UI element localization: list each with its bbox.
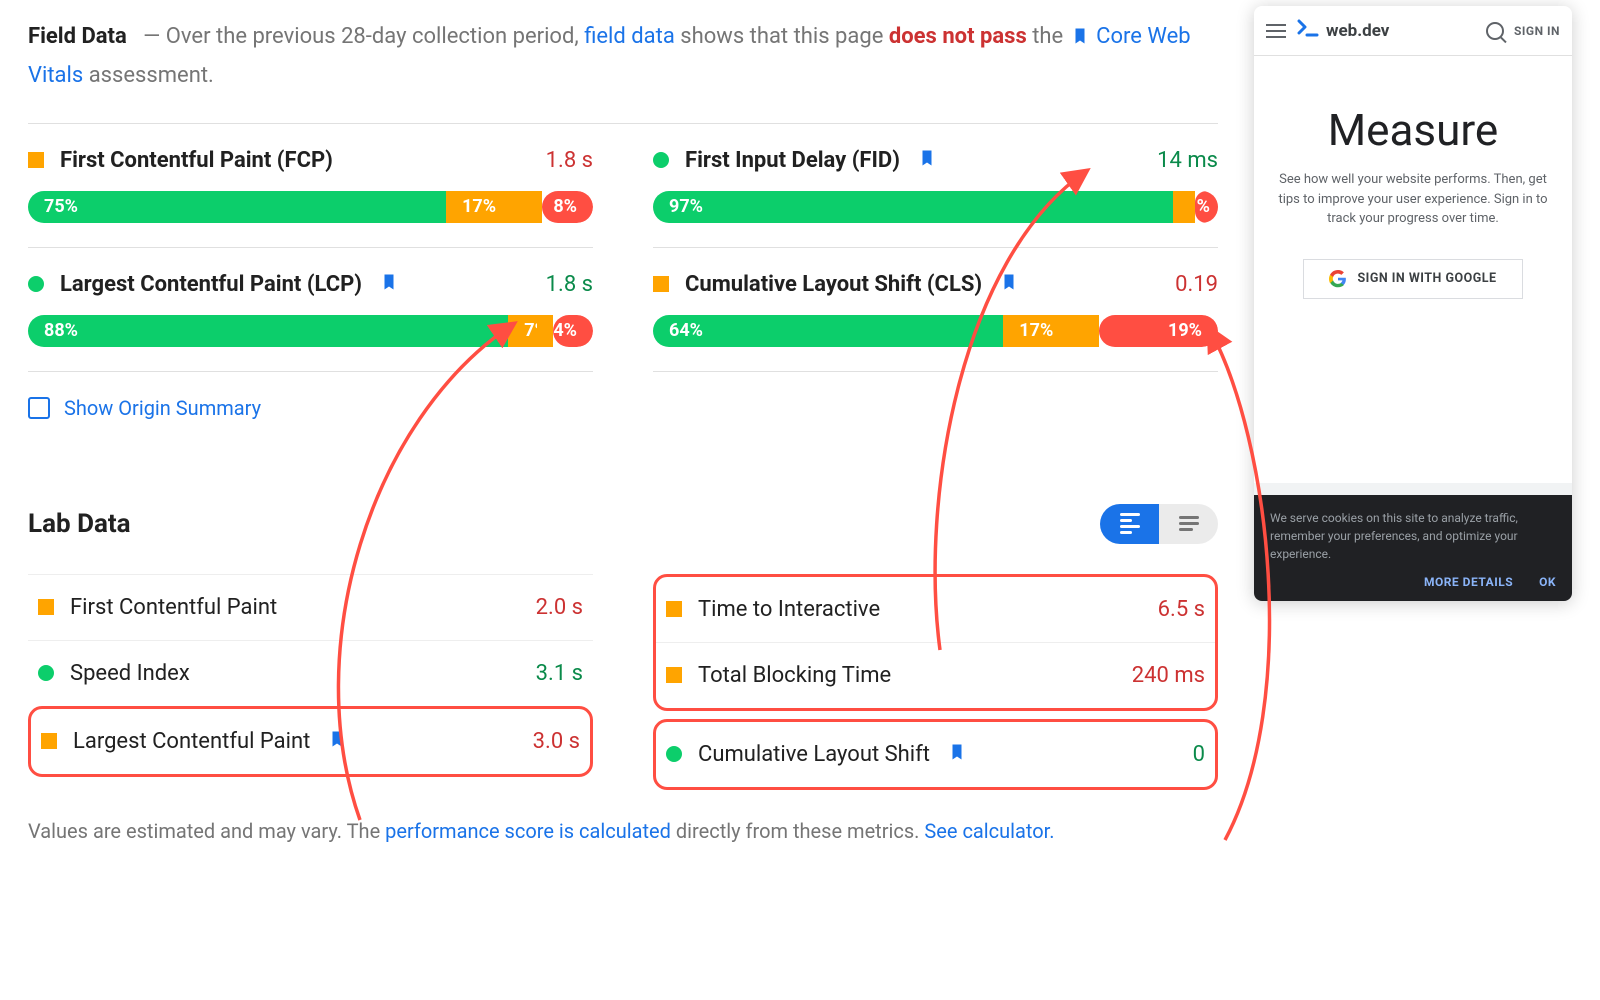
footer-note: Values are estimated and may vary. The p… xyxy=(28,814,1218,848)
field-data-intro: Field Data — Over the previous 28-day co… xyxy=(28,18,1218,95)
calculator-link[interactable]: See calculator. xyxy=(924,819,1054,843)
signin-google-button[interactable]: SIGN IN WITH GOOGLE xyxy=(1303,259,1523,299)
square-orange-icon xyxy=(41,733,57,749)
square-orange-icon xyxy=(666,667,682,683)
measure-description: See how well your website performs. Then… xyxy=(1254,156,1572,229)
bookmark-icon xyxy=(948,743,966,765)
google-icon xyxy=(1329,270,1347,288)
bookmark-icon xyxy=(380,273,398,295)
fid-value: 14 ms xyxy=(1157,148,1218,173)
square-orange-icon xyxy=(666,601,682,617)
circle-green-icon xyxy=(38,665,54,681)
perf-score-link[interactable]: performance score is calculated xyxy=(385,819,671,843)
webdev-logo[interactable]: web.dev xyxy=(1296,19,1389,43)
checkbox-icon[interactable] xyxy=(28,397,50,419)
hamburger-icon[interactable] xyxy=(1266,24,1286,38)
toggle-compact[interactable] xyxy=(1159,504,1218,544)
circle-green-icon xyxy=(28,276,44,292)
fail-status: does not pass xyxy=(889,24,1027,49)
fcp-value: 1.8 s xyxy=(546,148,593,173)
fcp-distribution-bar: 75% 17% 8% xyxy=(28,191,593,223)
lab-lcp-highlighted: Largest Contentful Paint 3.0 s xyxy=(28,706,593,777)
lcp-value: 1.8 s xyxy=(546,272,593,297)
view-toggle[interactable] xyxy=(1100,504,1218,544)
square-orange-icon xyxy=(28,152,44,168)
lab-cls-highlighted: Cumulative Layout Shift 0 xyxy=(653,719,1218,790)
search-icon[interactable] xyxy=(1486,22,1504,40)
metric-cls: Cumulative Layout Shift (CLS) 0.19 xyxy=(653,248,1218,315)
field-data-title: Field Data xyxy=(28,24,127,49)
bookmark-icon xyxy=(328,730,346,752)
metric-fcp: First Contentful Paint (FCP) 1.8 s xyxy=(28,124,593,191)
mobile-preview: web.dev SIGN IN Measure See how well you… xyxy=(1254,6,1572,601)
circle-green-icon xyxy=(666,746,682,762)
square-orange-icon xyxy=(38,599,54,615)
ok-button[interactable]: OK xyxy=(1539,573,1556,591)
bookmark-icon xyxy=(918,149,936,171)
field-data-link[interactable]: field data xyxy=(584,24,675,49)
lab-tti-tbt-highlighted: Time to Interactive 6.5 s Total Blocking… xyxy=(653,574,1218,711)
bookmark-icon xyxy=(1000,273,1018,295)
lab-tbt: Total Blocking Time 240 ms xyxy=(656,642,1215,708)
lab-fcp: First Contentful Paint 2.0 s xyxy=(28,574,593,640)
cls-distribution-bar: 64% 17% 19% xyxy=(653,315,1218,347)
lab-tti: Time to Interactive 6.5 s xyxy=(656,577,1215,642)
toggle-expanded[interactable] xyxy=(1100,504,1159,544)
square-orange-icon xyxy=(653,276,669,292)
measure-title: Measure xyxy=(1254,104,1572,156)
signin-link[interactable]: SIGN IN xyxy=(1514,24,1560,38)
lcp-distribution-bar: 88% 7% 4% xyxy=(28,315,593,347)
circle-green-icon xyxy=(653,152,669,168)
metric-fid: First Input Delay (FID) 14 ms xyxy=(653,124,1218,191)
cookie-banner: We serve cookies on this site to analyze… xyxy=(1254,495,1572,601)
lab-data-title: Lab Data xyxy=(28,509,131,539)
show-origin-summary[interactable]: Show Origin Summary xyxy=(28,372,593,444)
more-details-button[interactable]: MORE DETAILS xyxy=(1424,573,1513,591)
fid-distribution-bar: 97% 2% 1% xyxy=(653,191,1218,223)
metric-lcp: Largest Contentful Paint (LCP) 1.8 s xyxy=(28,248,593,315)
cls-value: 0.19 xyxy=(1175,272,1218,297)
bookmark-icon xyxy=(1071,20,1089,57)
lab-si: Speed Index 3.1 s xyxy=(28,640,593,706)
